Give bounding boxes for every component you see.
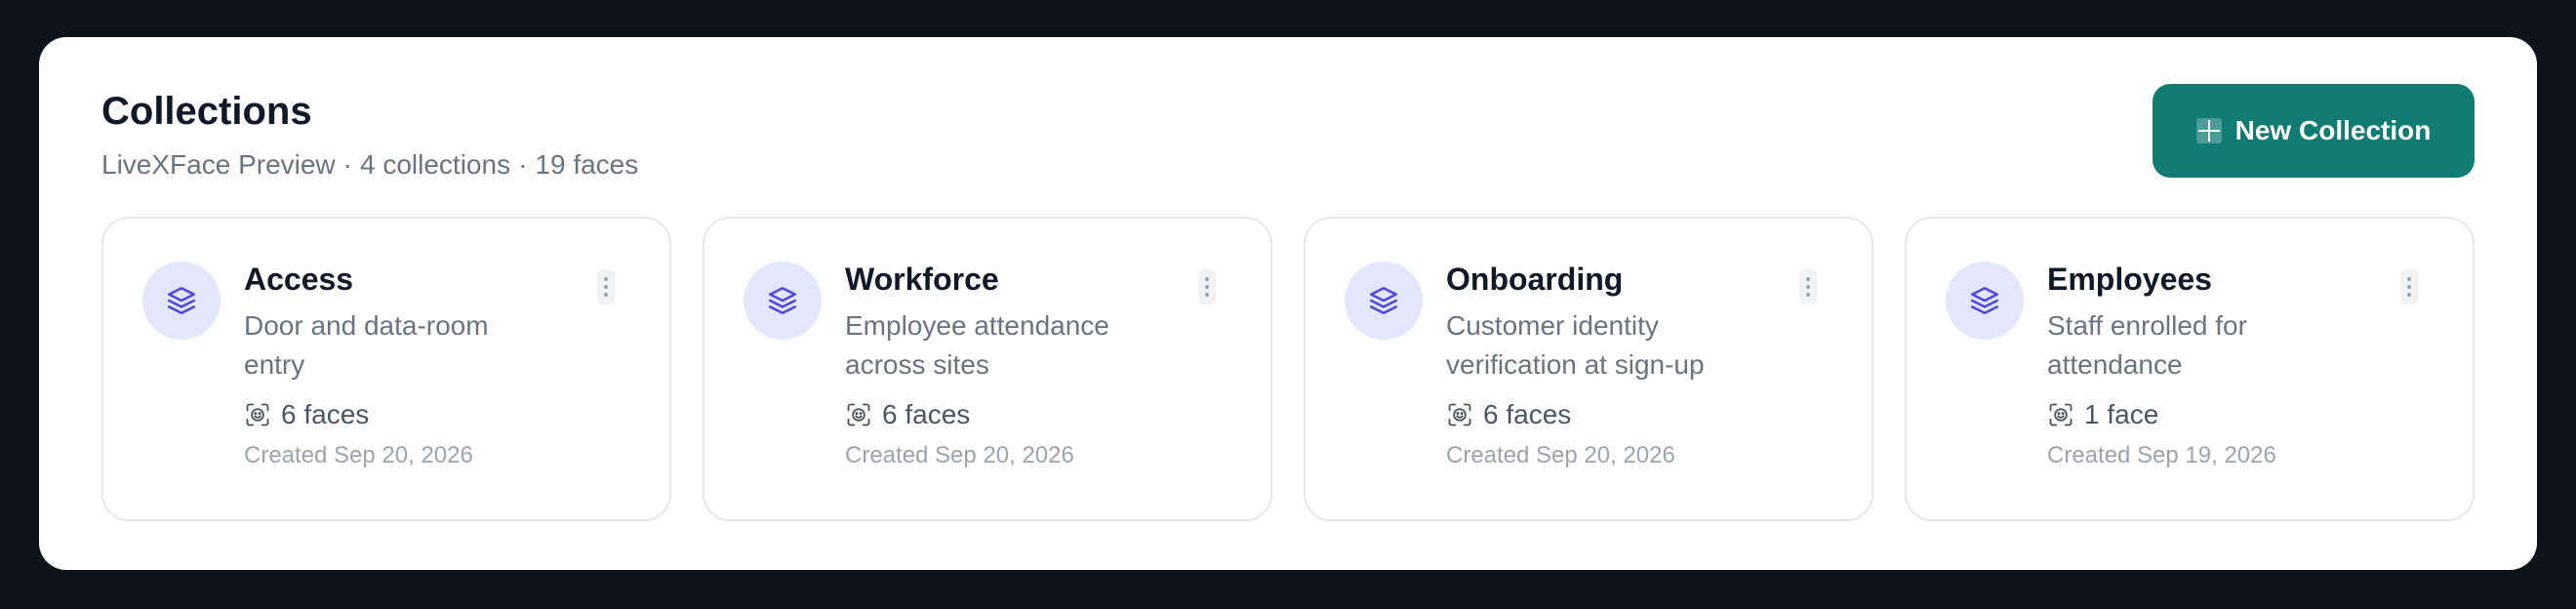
workspace-name: LiveXFace Preview bbox=[101, 149, 336, 180]
collections-header: Collections LiveXFace Preview · 4 collecti… bbox=[101, 88, 638, 182]
collection-face-count: 6 faces bbox=[1446, 398, 1758, 431]
layers-icon bbox=[142, 262, 221, 340]
face-count-label: 1 face bbox=[2084, 399, 2159, 429]
page-subtitle: LiveXFace Preview · 4 collections · 19 faces bbox=[101, 148, 638, 182]
collections-panel: Collections LiveXFace Preview · 4 collecti… bbox=[39, 37, 2537, 570]
collection-name: Employees bbox=[2047, 262, 2212, 297]
face-count-label: 6 faces bbox=[281, 399, 370, 429]
collections-count: 4 collections bbox=[359, 149, 511, 180]
new-collection-label: New Collection bbox=[2234, 115, 2432, 145]
collection-face-count: 6 faces bbox=[845, 398, 1157, 431]
face-scan-icon bbox=[2049, 403, 2073, 426]
layers-icon bbox=[1946, 262, 2024, 340]
collection-card[interactable]: Onboarding Customer identity verificatio… bbox=[1304, 217, 1873, 521]
collection-card[interactable]: Employees Staff enrolled for attendance … bbox=[1905, 217, 2475, 521]
collection-face-count: 1 face bbox=[2047, 398, 2359, 431]
collection-name: Onboarding bbox=[1446, 262, 1624, 297]
collection-description: Employee attendance across sites bbox=[845, 310, 1109, 380]
layers-icon bbox=[1345, 262, 1423, 340]
new-collection-button[interactable]: New Collection bbox=[2153, 84, 2475, 178]
collection-created-date: Created Sep 20, 2026 bbox=[845, 442, 1074, 468]
layers-icon bbox=[744, 262, 822, 340]
collection-card[interactable]: Workforce Employee attendance across sit… bbox=[703, 217, 1272, 521]
face-scan-icon bbox=[246, 403, 269, 426]
collection-created-date: Created Sep 20, 2026 bbox=[244, 442, 473, 468]
collection-name: Access bbox=[244, 262, 354, 297]
more-options-icon[interactable] bbox=[1799, 269, 1817, 304]
collection-created-date: Created Sep 19, 2026 bbox=[2047, 442, 2276, 468]
face-scan-icon bbox=[1448, 403, 1471, 426]
page-title: Collections bbox=[101, 90, 312, 133]
face-scan-icon bbox=[847, 403, 870, 426]
face-count-label: 6 faces bbox=[1483, 399, 1572, 429]
more-options-icon[interactable] bbox=[1198, 269, 1216, 304]
plus-icon bbox=[2195, 118, 2222, 143]
collection-description: Door and data-room entry bbox=[244, 310, 489, 380]
subtitle-separator: · bbox=[518, 149, 528, 180]
subtitle-separator: · bbox=[342, 149, 352, 180]
faces-count: 19 faces bbox=[535, 149, 639, 180]
card-body: Onboarding Customer identity verificatio… bbox=[1446, 260, 1758, 470]
collection-description: Customer identity verification at sign-u… bbox=[1446, 310, 1705, 380]
card-body: Workforce Employee attendance across sit… bbox=[845, 260, 1157, 470]
collection-name: Workforce bbox=[845, 262, 999, 297]
collection-cards: Access Door and data-room entry 6 faces … bbox=[101, 217, 2475, 521]
card-body: Access Door and data-room entry 6 faces … bbox=[244, 260, 556, 470]
collection-card[interactable]: Access Door and data-room entry 6 faces … bbox=[101, 217, 671, 521]
collection-description: Staff enrolled for attendance bbox=[2047, 310, 2247, 380]
more-options-icon[interactable] bbox=[597, 269, 615, 304]
more-options-icon[interactable] bbox=[2400, 269, 2418, 304]
collection-created-date: Created Sep 20, 2026 bbox=[1446, 442, 1675, 468]
card-body: Employees Staff enrolled for attendance … bbox=[2047, 260, 2359, 470]
collection-face-count: 6 faces bbox=[244, 398, 556, 431]
face-count-label: 6 faces bbox=[882, 399, 971, 429]
